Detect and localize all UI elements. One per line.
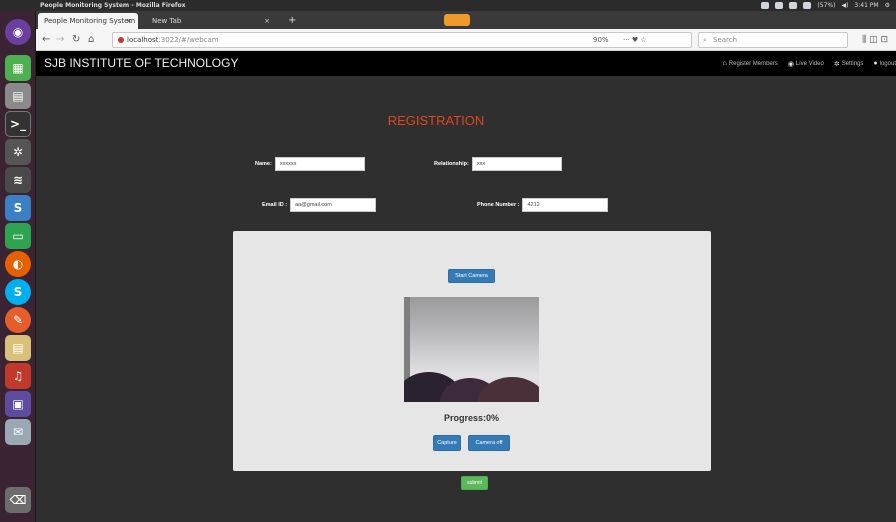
settings-gear-icon[interactable]: ⚙ <box>885 0 890 11</box>
skype-icon[interactable]: S <box>5 279 31 305</box>
gear-icon: ✲ <box>833 60 840 68</box>
microphone-app-icon[interactable]: ♫ <box>5 363 31 389</box>
search-icon: ⌕ <box>703 36 707 44</box>
trash-icon[interactable]: ⌫ <box>5 487 31 513</box>
terminal-icon[interactable]: >_ <box>5 111 31 137</box>
system-top-bar: People Monitoring System - Mozilla Firef… <box>0 0 896 11</box>
submit-button[interactable]: submit <box>461 476 488 490</box>
tab-label: People Monitoring System <box>44 17 136 25</box>
app-navbar: SJB INSTITUTE OF TECHNOLOGY ⌂ Register Me… <box>36 51 896 76</box>
nav-live-video[interactable]: ◉ Live Video <box>788 60 824 68</box>
tab-people-monitoring[interactable]: People Monitoring System × <box>38 13 138 29</box>
mail-icon[interactable] <box>775 2 784 9</box>
keyboard-icon[interactable] <box>803 2 812 9</box>
postman-icon[interactable]: ✎ <box>5 307 31 333</box>
camera-panel: Start Camera Progress:0% Capture Camera … <box>233 231 711 471</box>
system-settings-icon[interactable]: ✲ <box>5 139 31 165</box>
firefox-notification-icon[interactable] <box>444 14 470 26</box>
start-camera-button[interactable]: Start Camera <box>448 269 495 283</box>
tab-new-tab[interactable]: New Tab × <box>146 13 276 29</box>
system-tray: (57%) ◀) 3:41 PM ⚙ <box>761 0 890 11</box>
tab-close-icon[interactable]: × <box>264 13 270 29</box>
firefox-icon[interactable]: ◐ <box>5 251 31 277</box>
phone-row: Phone Number : 4212 <box>477 198 609 212</box>
save-app-icon[interactable]: ▣ <box>5 391 31 417</box>
new-tab-button[interactable]: + <box>288 13 296 29</box>
home-icon: ⌂ <box>722 60 727 67</box>
search-placeholder: Search <box>713 36 738 44</box>
relationship-row: Relationship: xxx <box>434 157 562 171</box>
url-text[interactable]: localhost:3022/#/webcam <box>127 33 219 47</box>
dash-home-icon[interactable]: ◉ <box>5 19 31 45</box>
camera-icon: ◉ <box>787 60 794 68</box>
relationship-label: Relationship: <box>434 161 469 167</box>
image-viewer-icon[interactable]: ▭ <box>5 223 31 249</box>
url-bar[interactable]: localhost:3022/#/webcam 90% ··· ♥ ☆ <box>112 32 692 48</box>
mail-app-icon[interactable]: ✉ <box>5 419 31 445</box>
progress-text: Progress:0% <box>443 413 500 423</box>
nav-logout[interactable]: ● logout <box>873 60 896 67</box>
window-title: People Monitoring System - Mozilla Firef… <box>40 2 186 9</box>
user-icon: ● <box>873 60 878 67</box>
site-identity-icon[interactable] <box>118 37 124 43</box>
page-title: REGISTRATION <box>387 113 485 128</box>
browser-navigation-bar: ← → ↻ ⌂ localhost:3022/#/webcam 90% ··· … <box>36 29 896 51</box>
webcam-preview <box>404 297 539 402</box>
tab-label: New Tab <box>152 17 182 25</box>
nav-register-members[interactable]: ⌂ Register Members <box>723 60 778 67</box>
wifi-icon[interactable]: ≋ <box>5 167 31 193</box>
app-nav-links: ⌂ Register Members ◉ Live Video ✲ Settings … <box>723 51 896 76</box>
sublime-text-icon[interactable]: S <box>5 195 31 221</box>
zoom-level[interactable]: 90% <box>593 33 609 47</box>
network-icon[interactable] <box>789 2 798 9</box>
email-field[interactable]: aa@gmail.com <box>290 198 377 212</box>
brand-title[interactable]: SJB INSTITUTE OF TECHNOLOGY <box>44 51 238 76</box>
spreadsheet-app-icon[interactable]: ▦ <box>5 55 31 81</box>
files-app-icon[interactable]: ▤ <box>5 83 31 109</box>
relationship-field[interactable]: xxx <box>471 157 562 171</box>
camera-off-button[interactable]: Camera off <box>468 435 510 451</box>
search-input[interactable]: ⌕ Search <box>698 32 848 48</box>
dropbox-icon[interactable] <box>761 2 770 9</box>
launcher-sidebar: ◉ ▦ ▤ >_ ✲ ≋ S ▭ ◐ S ✎ ▤ ♫ ▣ ✉ ⌫ <box>0 11 36 522</box>
clock[interactable]: 3:41 PM <box>854 0 878 11</box>
page-actions[interactable]: ··· ♥ ☆ <box>623 33 647 47</box>
nav-settings[interactable]: ✲ Settings <box>834 60 864 68</box>
name-row: Name: xxxxxx <box>255 157 365 171</box>
forward-arrow-icon[interactable]: → <box>56 33 64 47</box>
tab-close-icon[interactable]: × <box>126 13 132 29</box>
phone-field[interactable]: 4212 <box>522 198 609 212</box>
reload-icon[interactable]: ↻ <box>72 33 80 47</box>
name-field[interactable]: xxxxxx <box>274 157 365 171</box>
name-label: Name: <box>255 161 272 167</box>
volume-icon[interactable]: ◀) <box>841 0 848 11</box>
home-icon[interactable]: ⌂ <box>88 33 94 47</box>
capture-button[interactable]: Capture <box>433 435 461 451</box>
phone-label: Phone Number : <box>477 202 520 208</box>
back-arrow-icon[interactable]: ← <box>42 33 50 47</box>
battery-status[interactable]: (57%) <box>817 0 835 11</box>
web-app: SJB INSTITUTE OF TECHNOLOGY ⌂ Register Me… <box>36 51 896 522</box>
toolbar-right-icons[interactable]: ⫼ ◫ ⊡ <box>862 33 888 47</box>
email-label: Email ID : <box>262 202 288 208</box>
document-viewer-icon[interactable]: ▤ <box>5 335 31 361</box>
email-row: Email ID : aa@gmail.com <box>262 198 377 212</box>
